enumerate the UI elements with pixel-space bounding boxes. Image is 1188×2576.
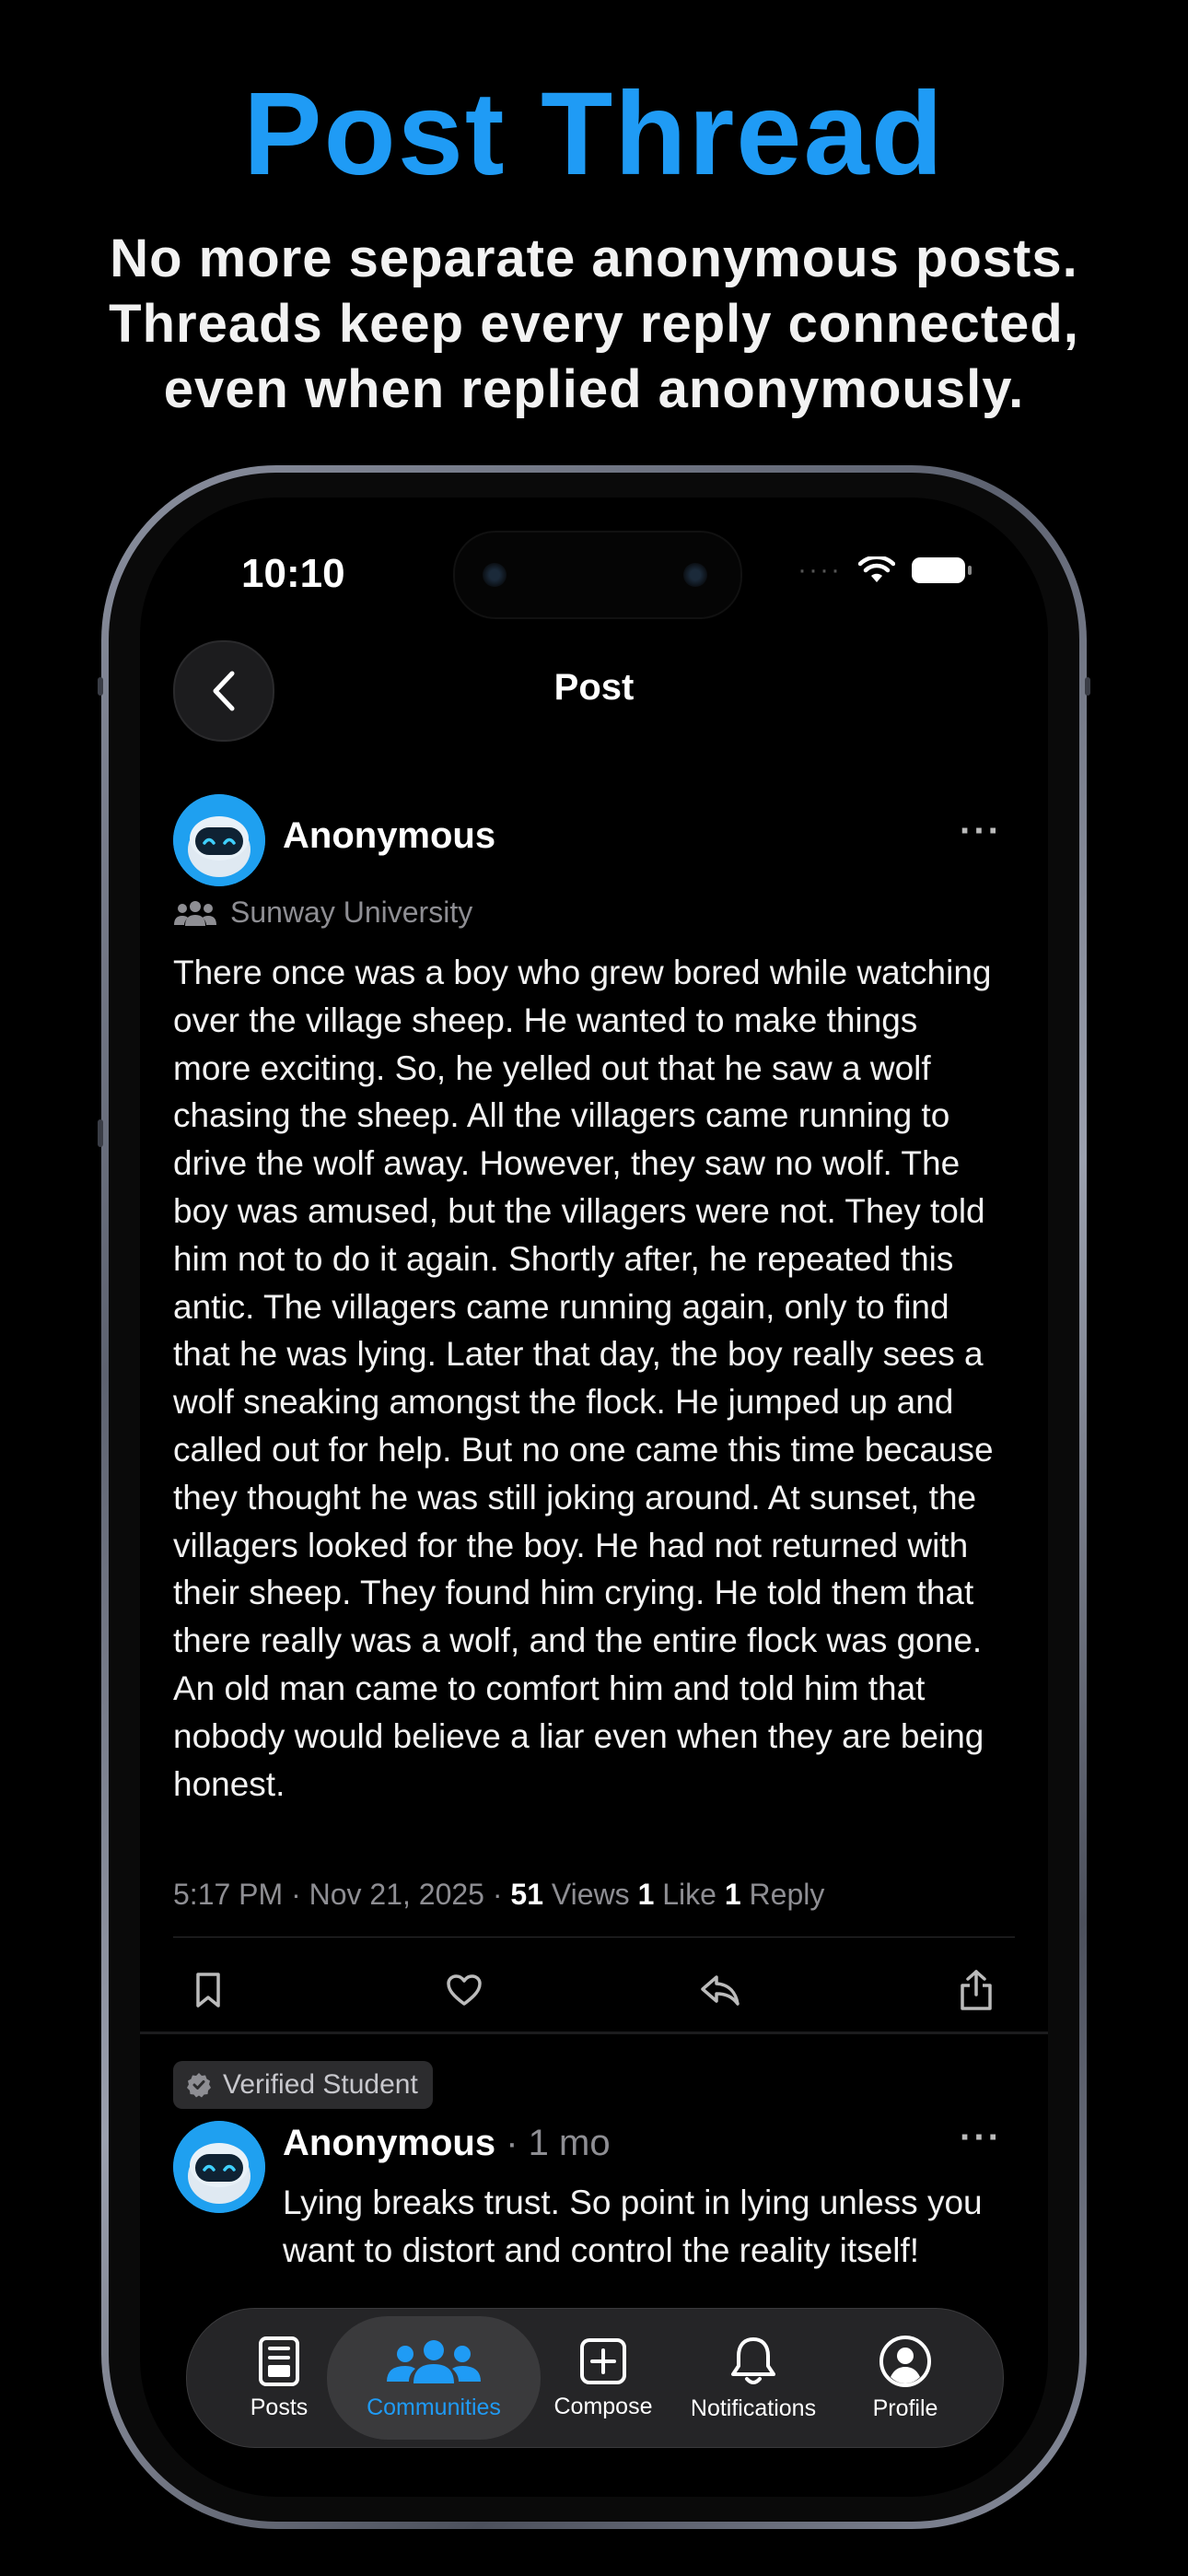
battery-icon (912, 557, 972, 583)
heart-icon (447, 1974, 482, 2006)
tab-posts-label: Posts (250, 2394, 309, 2420)
views-label: Views (551, 1878, 630, 1911)
tab-communities-label: Communities (367, 2394, 501, 2420)
robot-avatar-icon (173, 794, 265, 886)
reply-body: Lying breaks trust. So point in lying un… (283, 2184, 983, 2269)
reply-avatar[interactable] (173, 2121, 265, 2213)
verified-label: Verified Student (223, 2069, 418, 2100)
reply-button[interactable] (693, 1953, 748, 2027)
tab-bar: Posts Communities Compose Notifications … (186, 2308, 1004, 2448)
reply-author[interactable]: Anonymous (283, 2123, 495, 2163)
views-count: 51 (510, 1878, 543, 1911)
tab-compose-label: Compose (553, 2393, 653, 2419)
side-button-right (1085, 677, 1090, 696)
replies-label[interactable]: Reply (750, 1878, 825, 1911)
sensor-dot (483, 563, 507, 587)
promo-title: Post Thread (243, 68, 945, 200)
wifi-icon (858, 556, 895, 582)
side-button-left-1 (98, 677, 103, 696)
tab-communities[interactable]: Communities (327, 2316, 541, 2440)
bell-icon (731, 2336, 775, 2384)
signal-icon: ···· (798, 555, 842, 585)
communities-icon (387, 2339, 481, 2383)
verified-badge: Verified Student (173, 2061, 433, 2109)
profile-icon (879, 2335, 931, 2387)
post-actions (173, 1953, 1015, 2027)
replies-count[interactable]: 1 (725, 1878, 741, 1911)
tab-profile[interactable]: Profile (841, 2309, 970, 2447)
status-icons: ···· (798, 555, 972, 586)
dynamic-island (453, 531, 742, 619)
bookmark-icon (196, 1973, 220, 2008)
likes-label[interactable]: Like (662, 1878, 716, 1911)
compose-icon (580, 2337, 626, 2384)
avatar[interactable] (173, 794, 265, 886)
section-separator (140, 2032, 1048, 2034)
share-icon (961, 1970, 992, 2010)
post-more-button[interactable]: ··· (960, 811, 1002, 852)
post-author[interactable]: Anonymous (283, 815, 495, 857)
status-time: 10:10 (241, 551, 345, 596)
likes-count[interactable]: 1 (638, 1878, 655, 1911)
tab-compose[interactable]: Compose (539, 2309, 668, 2447)
community-name: Sunway University (230, 896, 473, 929)
reply-icon (701, 1975, 740, 2006)
tab-posts[interactable]: Posts (215, 2309, 344, 2447)
side-button-left-2 (98, 1119, 103, 1147)
robot-avatar-icon (173, 2121, 265, 2213)
reply-author-row: Anonymous · 1 mo (283, 2123, 611, 2164)
community-tag[interactable]: Sunway University (173, 896, 472, 930)
post-timestamp: 5:17 PM · Nov 21, 2025 · (173, 1878, 503, 1911)
reply-more-button[interactable]: ··· (960, 2117, 1002, 2159)
bookmark-button[interactable] (181, 1953, 236, 2027)
reply-time: · 1 mo (506, 2123, 611, 2163)
divider (173, 1937, 1015, 1938)
posts-icon (259, 2336, 299, 2386)
like-button[interactable] (437, 1953, 492, 2027)
people-icon (174, 900, 216, 926)
tab-notifications-label: Notifications (690, 2395, 817, 2421)
camera-dot (683, 563, 707, 587)
verified-check-icon (187, 2073, 211, 2098)
post-meta: 5:17 PM · Nov 21, 2025 · 51 Views 1 Like… (173, 1878, 824, 1912)
share-button[interactable] (949, 1953, 1004, 2027)
tab-profile-label: Profile (872, 2395, 938, 2421)
promo-subtitle: No more separate anonymous posts. Thread… (109, 228, 1079, 419)
phone-screen: 10:10 ···· Post Anonymous ··· Sunway Uni… (140, 498, 1048, 2497)
nav-title: Post (553, 667, 635, 708)
tab-notifications[interactable]: Notifications (675, 2309, 832, 2447)
post-body: There once was a boy who grew bored whil… (173, 954, 994, 1803)
